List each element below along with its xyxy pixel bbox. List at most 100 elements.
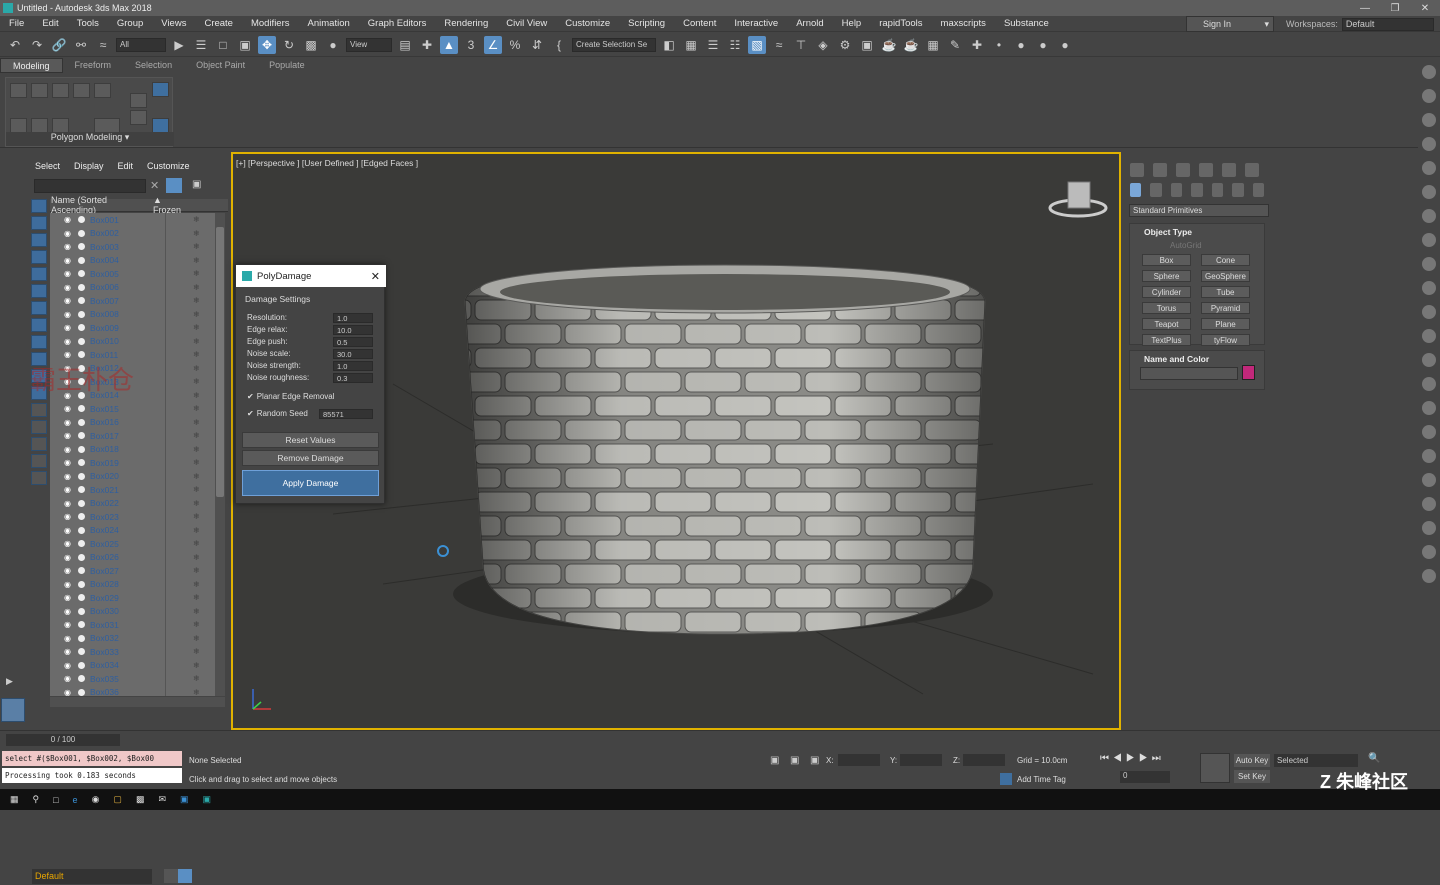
tool-strip-22-icon[interactable] [1422, 569, 1436, 583]
visibility-eye-icon[interactable]: ◉ [64, 593, 74, 602]
tool-strip-13-icon[interactable] [1422, 353, 1436, 367]
display-cameras-icon[interactable] [31, 250, 47, 264]
workspace-dropdown[interactable]: Default [1341, 17, 1434, 31]
frozen-toggle-icon[interactable]: ❄ [193, 526, 200, 535]
tool-strip-7-icon[interactable] [1422, 209, 1436, 223]
layer-explorer-icon[interactable]: ☷ [726, 36, 744, 54]
renderable-dot-icon[interactable] [78, 324, 85, 332]
apply-damage-button[interactable]: Apply Damage [242, 470, 379, 496]
tool-strip-17-icon[interactable] [1422, 449, 1436, 463]
frozen-toggle-icon[interactable]: ❄ [193, 418, 200, 427]
list-item[interactable]: ◉ Box001 ❄ [50, 213, 215, 227]
invert-display-icon[interactable] [31, 437, 47, 451]
planar-edge-removal-checkbox[interactable]: ✔ [247, 392, 254, 401]
visibility-eye-icon[interactable]: ◉ [64, 229, 74, 238]
tool-strip-6-icon[interactable] [1422, 185, 1436, 199]
collapse-stack-icon[interactable] [94, 118, 120, 133]
frozen-toggle-icon[interactable]: ❄ [193, 256, 200, 265]
list-item[interactable]: ◉ Box020 ❄ [50, 469, 215, 484]
frozen-toggle-icon[interactable]: ❄ [193, 499, 200, 508]
visibility-eye-icon[interactable]: ◉ [64, 566, 74, 575]
primitive-category-dropdown[interactable]: Standard Primitives [1129, 204, 1269, 217]
tool-strip-10-icon[interactable] [1422, 281, 1436, 295]
menu-rendering[interactable]: Rendering [435, 18, 497, 29]
auto-key-button[interactable]: Auto Key [1234, 754, 1270, 767]
tyflow-button[interactable]: tyFlow [1201, 334, 1250, 346]
display-shapes-icon[interactable] [31, 216, 47, 230]
tool-strip-5-icon[interactable] [1422, 161, 1436, 175]
textplus-button[interactable]: TextPlus [1142, 334, 1191, 346]
renderable-dot-icon[interactable] [78, 634, 85, 642]
rectangular-selection-icon[interactable]: □ [214, 36, 232, 54]
close-button[interactable]: ✕ [1410, 3, 1440, 14]
tab-object-paint[interactable]: Object Paint [184, 58, 257, 73]
list-item[interactable]: ◉ Box024 ❄ [50, 523, 215, 538]
list-item[interactable]: ◉ Box033 ❄ [50, 645, 215, 659]
remove-damage-button[interactable]: Remove Damage [242, 450, 379, 466]
renderable-dot-icon[interactable] [78, 567, 85, 575]
renderable-dot-icon[interactable] [78, 607, 85, 615]
display-groups-icon[interactable] [31, 301, 47, 315]
modify-mode-icon[interactable] [10, 118, 27, 133]
tab-populate[interactable]: Populate [257, 58, 317, 73]
visibility-eye-icon[interactable]: ◉ [64, 661, 74, 670]
chrome-icon[interactable]: ◉ [92, 794, 100, 805]
unlink-icon[interactable]: ⚯ [72, 36, 90, 54]
absolute-mode-icon[interactable]: ▣ [810, 755, 819, 766]
list-item[interactable]: ◉ Box031 ❄ [50, 618, 215, 632]
tool-strip-19-icon[interactable] [1422, 497, 1436, 511]
frozen-toggle-icon[interactable]: ❄ [193, 431, 200, 440]
menu-maxscripts[interactable]: maxscripts [932, 18, 995, 29]
spinner-snap-icon[interactable]: ⇵ [528, 36, 546, 54]
rendered-frame-window-icon[interactable]: ▣ [858, 36, 876, 54]
maxscript-listener-input[interactable]: select #($Box001, $Box002, $Box00 [2, 751, 182, 766]
window-crossing-icon[interactable]: ▣ [236, 36, 254, 54]
frozen-toggle-icon[interactable]: ❄ [193, 566, 200, 575]
visibility-eye-icon[interactable]: ◉ [64, 215, 74, 224]
circle-tool-3-icon[interactable]: ● [1056, 36, 1074, 54]
list-item[interactable]: ◉ Box025 ❄ [50, 537, 215, 551]
minimize-button[interactable]: — [1350, 3, 1380, 14]
sphere-button[interactable]: Sphere [1142, 270, 1191, 282]
named-selection-set-dropdown[interactable]: Create Selection Se [572, 37, 656, 52]
circle-tool-2-icon[interactable]: ● [1034, 36, 1052, 54]
ribbon-option-1-icon[interactable] [130, 93, 147, 108]
visibility-eye-icon[interactable]: ◉ [64, 485, 74, 494]
frozen-toggle-icon[interactable]: ❄ [193, 607, 200, 616]
visibility-eye-icon[interactable]: ◉ [64, 607, 74, 616]
layer-icon[interactable] [164, 869, 178, 883]
task-view-icon[interactable]: □ [53, 795, 58, 805]
tool-strip-3-icon[interactable] [1422, 113, 1436, 127]
frozen-toggle-icon[interactable]: ❄ [193, 350, 200, 359]
visibility-eye-icon[interactable]: ◉ [64, 445, 74, 454]
tool-strip-21-icon[interactable] [1422, 545, 1436, 559]
frozen-toggle-icon[interactable]: ❄ [193, 445, 200, 454]
renderable-dot-icon[interactable] [78, 256, 85, 264]
menu-create[interactable]: Create [195, 18, 242, 29]
frozen-toggle-icon[interactable]: ❄ [193, 661, 200, 670]
visibility-eye-icon[interactable]: ◉ [64, 674, 74, 683]
undo-icon[interactable]: ↶ [6, 36, 24, 54]
renderable-dot-icon[interactable] [78, 661, 85, 669]
renderable-dot-icon[interactable] [78, 445, 85, 453]
display-geometry-icon[interactable] [31, 199, 47, 213]
select-manipulate-icon[interactable]: ✚ [418, 36, 436, 54]
menu-scripting[interactable]: Scripting [619, 18, 674, 29]
object-name-input[interactable] [1140, 367, 1238, 380]
key-filter-dropdown[interactable]: Selected [1274, 754, 1358, 767]
random-seed-spinner[interactable]: 85571 [319, 408, 373, 419]
renderable-dot-icon[interactable] [78, 472, 85, 480]
menu-interactive[interactable]: Interactive [725, 18, 787, 29]
curve-editor-icon[interactable]: ≈ [770, 36, 788, 54]
list-item[interactable]: ◉ Box002 ❄ [50, 226, 215, 241]
renderable-dot-icon[interactable] [78, 283, 85, 291]
list-item[interactable]: ◉ Box003 ❄ [50, 240, 215, 254]
edge-push-spinner[interactable]: 0.5 [333, 336, 373, 347]
select-object-icon[interactable]: ▶ [170, 36, 188, 54]
visibility-eye-icon[interactable]: ◉ [64, 283, 74, 292]
renderable-dot-icon[interactable] [78, 351, 85, 359]
renderable-dot-icon[interactable] [78, 459, 85, 467]
set-key-button[interactable]: Set Key [1234, 770, 1270, 783]
render-setup-icon[interactable]: ⚙ [836, 36, 854, 54]
circle-tool-icon[interactable]: ● [1012, 36, 1030, 54]
